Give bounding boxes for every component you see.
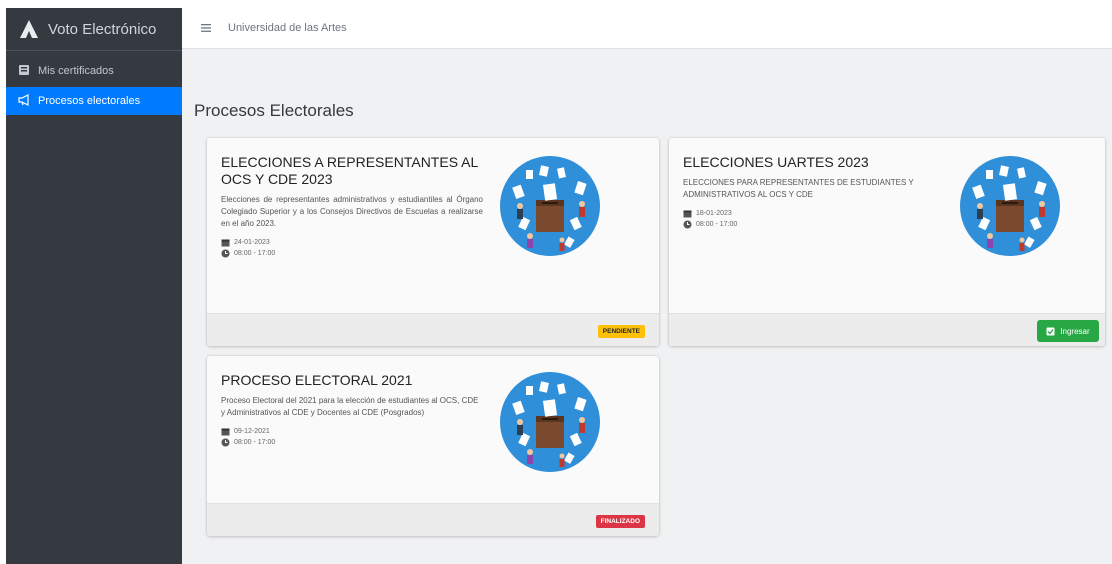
card-footer: Ingresar <box>669 313 1105 346</box>
sidebar-item-label: Procesos electorales <box>38 95 141 107</box>
card-date-text: 09-12-2021 <box>234 428 270 435</box>
sidebar-item-procesos[interactable]: Procesos electorales <box>6 87 182 115</box>
top-strip <box>0 0 1112 8</box>
ingresar-label: Ingresar <box>1060 326 1090 336</box>
ballot-box-illustration <box>500 156 600 256</box>
ingresar-button[interactable]: Ingresar <box>1037 320 1099 342</box>
calendar-icon <box>221 427 230 436</box>
top-navbar: Universidad de las Artes <box>182 8 1112 49</box>
election-card: ELECCIONES A REPRESENTANTES AL OCS Y CDE… <box>207 138 659 346</box>
page-title: Procesos Electorales <box>194 101 354 120</box>
card-time-text: 08:00 - 17:00 <box>234 250 276 257</box>
card-title: ELECCIONES A REPRESENTANTES AL OCS Y CDE… <box>221 154 478 187</box>
sidebar-nav: Mis certificados Procesos electorales <box>6 51 182 115</box>
clock-icon <box>221 249 230 258</box>
card-footer: FINALIZADO <box>207 503 659 536</box>
card-date-text: 24-01-2023 <box>234 239 270 246</box>
hamburger-icon[interactable] <box>192 8 220 48</box>
sidebar-item-label: Mis certificados <box>38 65 114 77</box>
status-badge: FINALIZADO <box>595 515 645 528</box>
brand-logo-icon <box>18 18 40 40</box>
sidebar-item-certificados[interactable]: Mis certificados <box>6 57 182 85</box>
check-square-icon <box>1046 327 1055 336</box>
card-time-text: 08:00 - 17:00 <box>234 439 276 446</box>
calendar-icon <box>683 209 692 218</box>
brand[interactable]: Voto Electrónico <box>6 8 182 51</box>
card-date-text: 18-01-2023 <box>696 210 732 217</box>
megaphone-icon <box>18 94 32 108</box>
ballot-box-illustration <box>960 156 1060 256</box>
card-description: Proceso Electoral del 2021 para la elecc… <box>221 396 479 417</box>
clock-icon <box>221 438 230 447</box>
status-badge: PENDIENTE <box>597 325 645 338</box>
certificate-icon <box>18 64 32 78</box>
sidebar: Voto Electrónico Mis certificados Proces… <box>6 8 182 564</box>
election-card: ELECCIONES UARTES 2023 ELECCIONES PARA R… <box>669 138 1105 346</box>
card-time-text: 08:00 - 17:00 <box>696 221 738 228</box>
brand-text: Voto Electrónico <box>48 20 157 38</box>
clock-icon <box>683 220 692 229</box>
card-title: PROCESO ELECTORAL 2021 <box>221 372 413 388</box>
main-content: Procesos Electorales ELECCIONES A REPRES… <box>182 49 1112 564</box>
ballot-box-illustration <box>500 372 600 472</box>
calendar-icon <box>221 238 230 247</box>
election-card: PROCESO ELECTORAL 2021 Proceso Electoral… <box>207 356 659 536</box>
card-title: ELECCIONES UARTES 2023 <box>683 154 869 170</box>
card-footer: PENDIENTE <box>207 313 659 346</box>
card-description: Elecciones de representantes administrat… <box>221 195 483 228</box>
card-description: ELECCIONES PARA REPRESENTANTES DE ESTUDI… <box>683 178 914 199</box>
institution-name: Universidad de las Artes <box>228 22 347 34</box>
